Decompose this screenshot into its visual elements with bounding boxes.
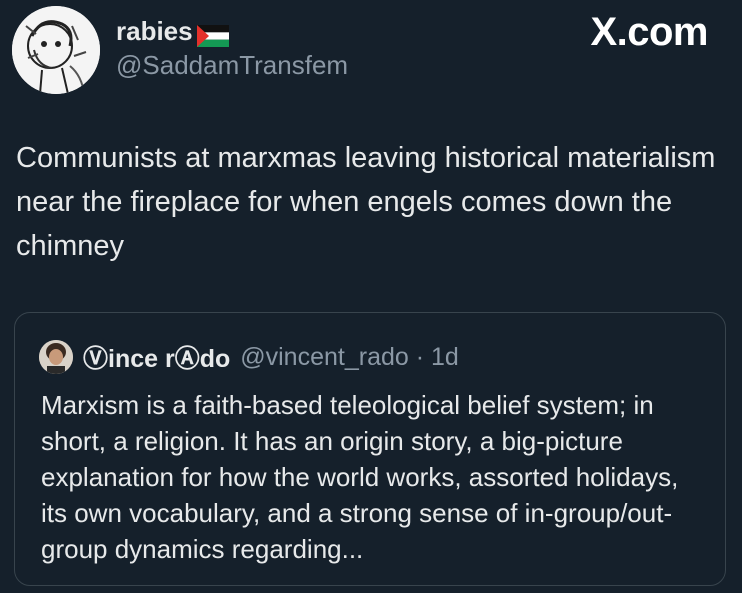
quoted-author-name[interactable]: Ⓥince rⒶdo — [83, 339, 230, 375]
quoted-tweet-text: Marxism is a faith-based teleological be… — [41, 390, 679, 564]
quoted-tweet-header: Ⓥince rⒶdo @vincent_rado · 1d — [39, 339, 459, 375]
quoted-avatar-drawing — [39, 340, 73, 374]
x-brand-logo: X.com — [590, 10, 708, 54]
quoted-tweet-card[interactable]: Ⓥince rⒶdo @vincent_rado · 1d Marxism is… — [14, 312, 726, 586]
palestine-flag-icon — [196, 23, 229, 47]
author-avatar[interactable] — [12, 6, 100, 94]
quoted-author-avatar[interactable] — [39, 340, 73, 374]
author-name-text: rabies — [116, 16, 193, 46]
quoted-author-handle-time[interactable]: @vincent_rado · 1d — [240, 343, 459, 372]
tweet-text: Communists at marxmas leaving historical… — [16, 142, 716, 262]
avatar-drawing — [12, 6, 100, 94]
author-display-name[interactable]: rabies — [116, 16, 229, 47]
author-handle[interactable]: @SaddamTransfem — [116, 50, 348, 81]
